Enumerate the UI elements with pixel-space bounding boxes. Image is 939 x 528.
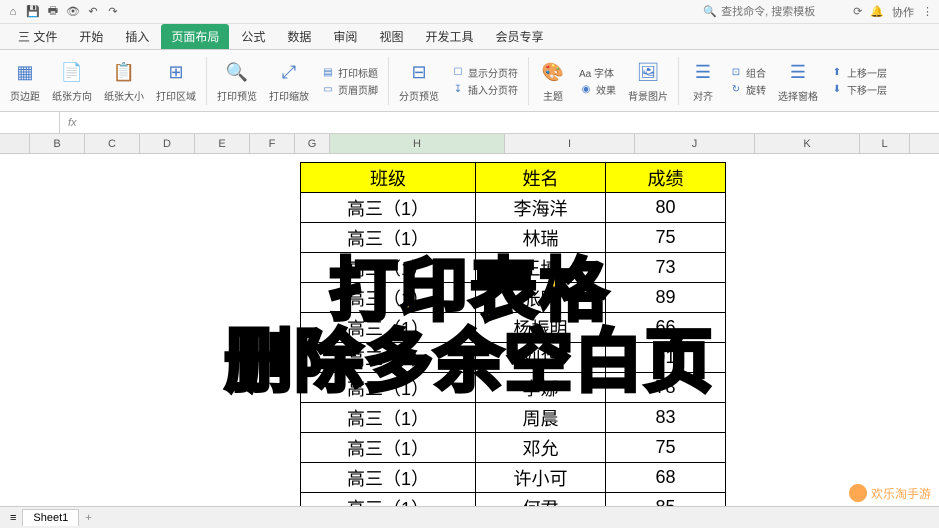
bring-forward-button[interactable]: ⬆上移一层	[830, 65, 887, 80]
tab-start[interactable]: 开始	[69, 24, 113, 49]
background-button[interactable]: 🖼背景图片	[624, 58, 672, 103]
name-box[interactable]	[0, 112, 60, 133]
tab-insert[interactable]: 插入	[115, 24, 159, 49]
collab-label[interactable]: 协作	[892, 4, 914, 20]
ribbon: ▦页边距 📄纸张方向 📋纸张大小 ⊞打印区域 🔍打印预览 ⤢打印缩放 ▤打印标题…	[0, 50, 939, 112]
table-row: 高三（1）邓允75	[301, 433, 726, 463]
ribbon-tabs: 三 文件 开始 插入 页面布局 公式 数据 审阅 视图 开发工具 会员专享	[0, 24, 939, 50]
table-row: 高三（1）许小可68	[301, 463, 726, 493]
print-area-button[interactable]: ⊞打印区域	[152, 58, 200, 103]
sheet-tab[interactable]: Sheet1	[22, 509, 79, 526]
table-row: 高三（1）刘华91	[301, 343, 726, 373]
table-row: 高三（1）周晨83	[301, 403, 726, 433]
col-header-h[interactable]: H	[330, 134, 505, 153]
home-icon[interactable]: ⌂	[6, 5, 20, 19]
th-name[interactable]: 姓名	[476, 163, 606, 193]
themes-button[interactable]: 🎨主题	[535, 58, 571, 103]
tab-member[interactable]: 会员专享	[485, 24, 553, 49]
save-icon[interactable]: 💾	[26, 5, 40, 19]
search-input[interactable]	[721, 6, 841, 18]
spreadsheet-grid[interactable]: 班级 姓名 成绩 高三（1）李海洋80 高三（1）林瑞75 高三（1）王博73 …	[0, 154, 939, 506]
tab-file[interactable]: 三 文件	[8, 24, 67, 49]
print-scale-button[interactable]: ⤢打印缩放	[265, 58, 313, 103]
tab-view[interactable]: 视图	[369, 24, 413, 49]
fonts-button[interactable]: Aa 字体	[579, 65, 616, 80]
selection-pane-button[interactable]: ☰选择窗格	[774, 58, 822, 103]
share-icon[interactable]: ⋮	[922, 5, 933, 18]
add-sheet-button[interactable]: +	[85, 512, 91, 524]
table-row: 高三（1）张明89	[301, 283, 726, 313]
watermark: 欢乐淘手游	[849, 484, 931, 502]
undo-icon[interactable]: ↶	[86, 5, 100, 19]
print-preview-button[interactable]: 🔍打印预览	[213, 58, 261, 103]
tab-devtools[interactable]: 开发工具	[415, 24, 483, 49]
col-header-j[interactable]: J	[635, 134, 755, 153]
tab-page-layout[interactable]: 页面布局	[161, 24, 229, 49]
tab-review[interactable]: 审阅	[323, 24, 367, 49]
group-button[interactable]: ⊡组合	[729, 65, 766, 80]
sheet-tabs: ≡ Sheet1 +	[0, 506, 939, 528]
sync-icon[interactable]: ⟳	[853, 5, 862, 18]
send-backward-button[interactable]: ⬇下移一层	[830, 82, 887, 97]
notify-icon[interactable]: 🔔	[870, 5, 884, 18]
size-button[interactable]: 📋纸张大小	[100, 58, 148, 103]
show-page-breaks-checkbox[interactable]: ☐显示分页符	[451, 65, 518, 80]
col-header-k[interactable]: K	[755, 134, 860, 153]
sheets-menu-icon[interactable]: ≡	[10, 512, 16, 524]
data-table: 班级 姓名 成绩 高三（1）李海洋80 高三（1）林瑞75 高三（1）王博73 …	[300, 162, 726, 506]
col-header-i[interactable]: I	[505, 134, 635, 153]
rotate-button[interactable]: ↻旋转	[729, 82, 766, 97]
col-header-e[interactable]: E	[195, 134, 250, 153]
table-row: 高三（1）林瑞75	[301, 223, 726, 253]
table-row: 高三（1）李娜78	[301, 373, 726, 403]
fx-icon[interactable]: fx	[60, 117, 85, 129]
orientation-button[interactable]: 📄纸张方向	[48, 58, 96, 103]
search-icon: 🔍	[703, 5, 717, 18]
th-score[interactable]: 成绩	[606, 163, 726, 193]
page-break-preview-button[interactable]: ⊟分页预览	[395, 58, 443, 103]
print-titles-button[interactable]: ▤打印标题	[321, 65, 378, 80]
header-footer-button[interactable]: ▭页眉页脚	[321, 82, 378, 97]
table-row: 高三（1）何君85	[301, 493, 726, 507]
column-headers: B C D E F G H I J K L	[0, 134, 939, 154]
col-header-b[interactable]: B	[30, 134, 85, 153]
col-header-g[interactable]: G	[295, 134, 330, 153]
margins-button[interactable]: ▦页边距	[6, 58, 44, 103]
redo-icon[interactable]: ↷	[106, 5, 120, 19]
table-row: 高三（1）杨振明66	[301, 313, 726, 343]
col-header-d[interactable]: D	[140, 134, 195, 153]
table-row: 高三（1）李海洋80	[301, 193, 726, 223]
tab-data[interactable]: 数据	[277, 24, 321, 49]
col-header-f[interactable]: F	[250, 134, 295, 153]
tab-formula[interactable]: 公式	[231, 24, 275, 49]
effects-button[interactable]: ◉效果	[579, 82, 616, 97]
table-row: 高三（1）王博73	[301, 253, 726, 283]
watermark-icon	[849, 484, 867, 502]
th-class[interactable]: 班级	[301, 163, 476, 193]
align-button[interactable]: ☰对齐	[685, 58, 721, 103]
insert-page-break-button[interactable]: ↧插入分页符	[451, 82, 518, 97]
preview-qat-icon[interactable]: 👁	[66, 5, 80, 19]
col-header-c[interactable]: C	[85, 134, 140, 153]
col-header-l[interactable]: L	[860, 134, 910, 153]
print-qat-icon[interactable]: 🖶	[46, 5, 60, 19]
select-all-corner[interactable]	[0, 134, 30, 153]
